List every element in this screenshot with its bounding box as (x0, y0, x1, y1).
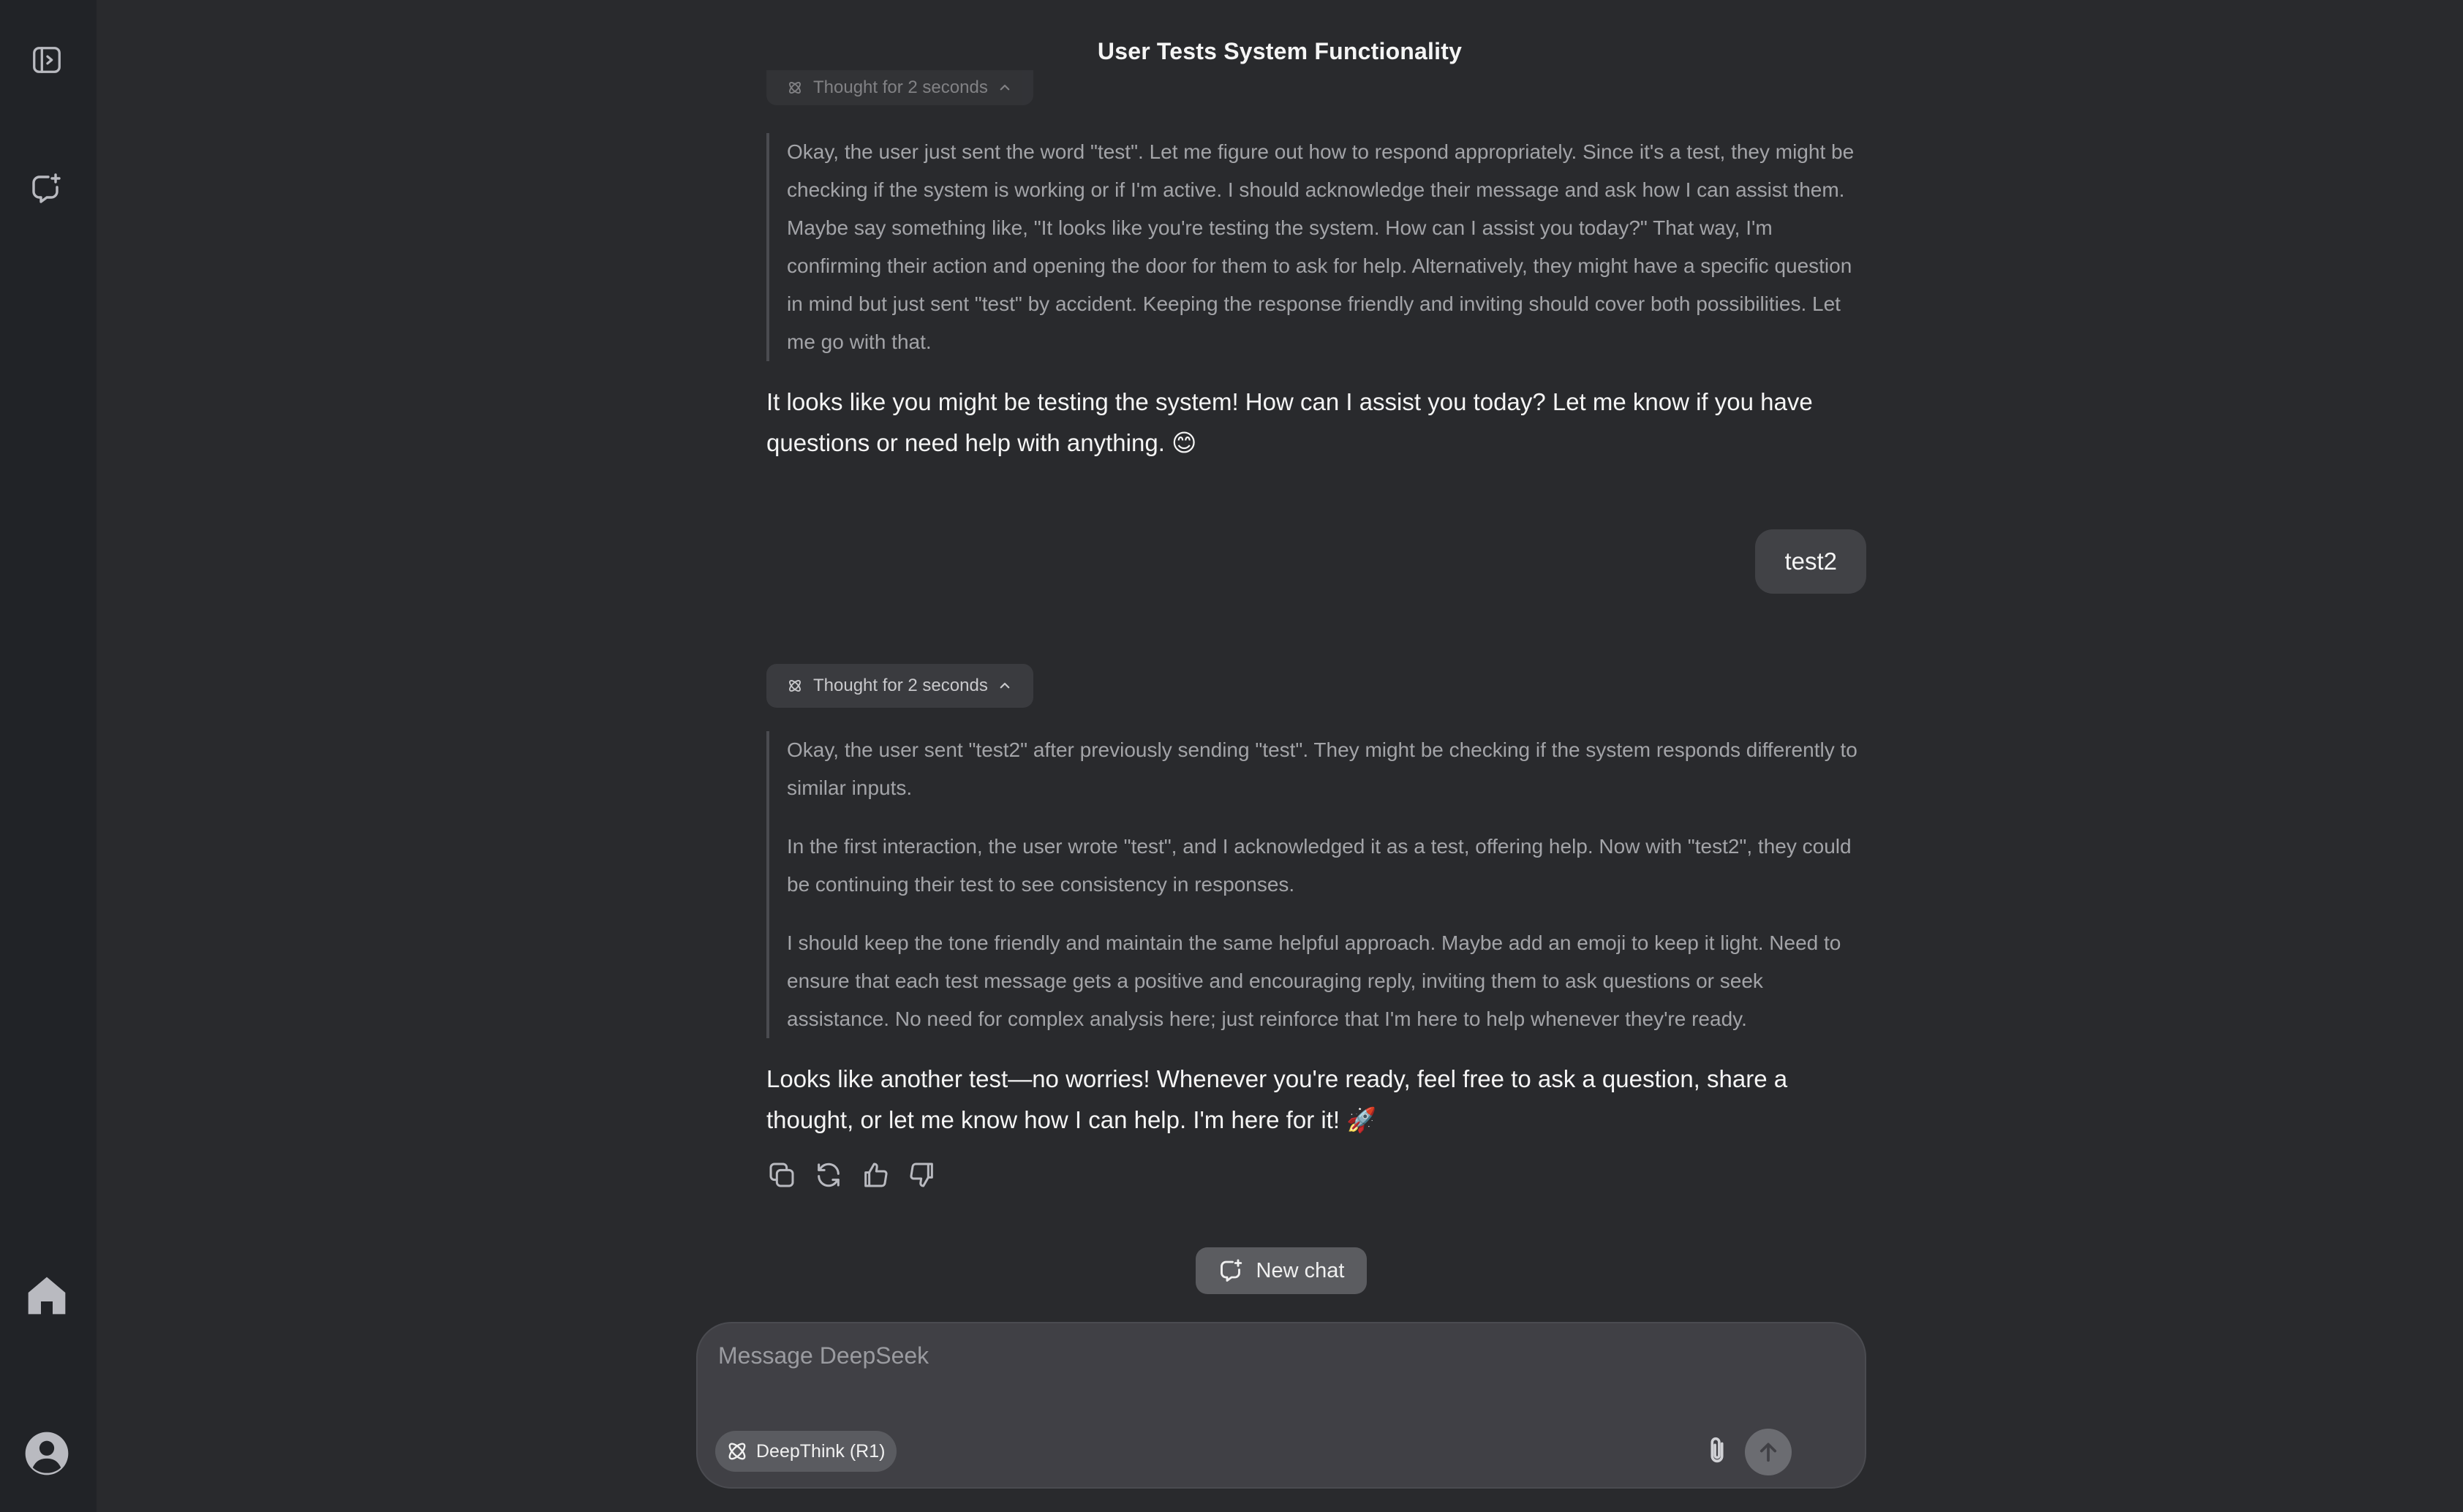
thinking-block-1: Okay, the user just sent the word "test"… (766, 133, 1866, 361)
thinking-block-2: Okay, the user sent "test2" after previo… (766, 731, 1866, 1038)
profile-button[interactable] (16, 1423, 78, 1484)
new-chat-icon (1220, 1259, 1242, 1282)
user-message-bubble: test2 (1755, 529, 1866, 594)
copy-button[interactable] (766, 1160, 797, 1190)
thinking-paragraph: In the first interaction, the user wrote… (787, 835, 1852, 896)
thinking-paragraph: I should keep the tone friendly and main… (787, 931, 1841, 1030)
message-input[interactable] (717, 1341, 1740, 1392)
assistant-answer-1: It looks like you might be testing the s… (766, 388, 1813, 456)
sidebar-toggle-icon (33, 47, 61, 73)
chevron-up-icon (1000, 84, 1010, 91)
send-button[interactable] (1745, 1429, 1792, 1475)
deepthink-label: DeepThink (R1) (756, 1440, 886, 1462)
like-button[interactable] (860, 1160, 891, 1190)
sidebar-toggle-button[interactable] (16, 29, 78, 91)
copy-icon (769, 1163, 794, 1187)
sidebar (0, 0, 97, 1512)
thought-toggle-1[interactable]: Thought for 2 seconds (766, 70, 1033, 105)
chevron-up-icon (1000, 682, 1010, 689)
arrow-up-icon (1759, 1443, 1777, 1462)
new-chat-button[interactable]: New chat (1196, 1247, 1367, 1294)
chat-main: User Tests System Functionality Thought … (97, 0, 2463, 1512)
new-chat-sidebar-button[interactable] (16, 158, 78, 219)
thought-toggle-2[interactable]: Thought for 2 seconds (766, 664, 1033, 708)
thought-label: Thought for 2 seconds (813, 676, 988, 695)
attach-file-button[interactable] (1697, 1430, 1738, 1471)
user-avatar-icon (25, 1432, 69, 1475)
conversation-column: Thought for 2 seconds Okay, the user jus… (766, 0, 1866, 1316)
message-composer: DeepThink (R1) (696, 1322, 1866, 1489)
assistant-answer-2: Looks like another test—no worries! When… (766, 1065, 1788, 1133)
new-chat-icon (32, 173, 61, 203)
home-icon (28, 1277, 66, 1315)
thinking-paragraph: Okay, the user sent "test2" after previo… (787, 738, 1857, 799)
paperclip-icon (1710, 1437, 1724, 1463)
thumbs-down-icon (910, 1163, 933, 1187)
deepthink-toggle[interactable]: DeepThink (R1) (715, 1431, 897, 1472)
new-chat-label: New chat (1256, 1258, 1345, 1282)
regenerate-button[interactable] (813, 1160, 844, 1190)
atom-icon (728, 1443, 746, 1460)
thinking-paragraph: Okay, the user just sent the word "test"… (787, 140, 1855, 353)
refresh-icon (818, 1163, 840, 1187)
atom-icon (789, 82, 801, 94)
message-actions (766, 1160, 938, 1190)
atom-icon (789, 680, 801, 692)
thought-label: Thought for 2 seconds (813, 78, 988, 97)
home-button[interactable] (16, 1265, 78, 1326)
thumbs-up-icon (864, 1163, 888, 1187)
dislike-button[interactable] (907, 1160, 938, 1190)
